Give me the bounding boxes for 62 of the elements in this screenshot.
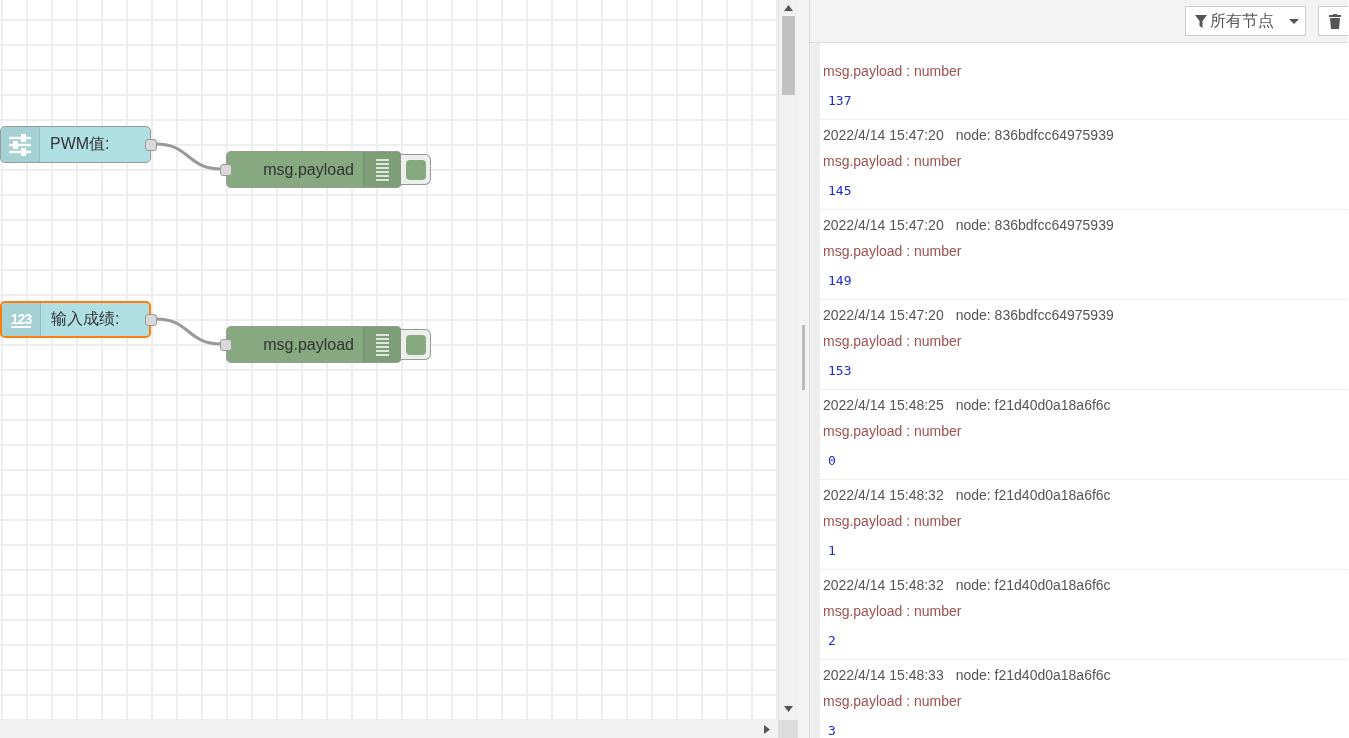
caret-icon xyxy=(1289,18,1299,24)
message-timestamp: 2022/4/14 15:47:20 xyxy=(823,306,944,325)
scroll-down-icon[interactable] xyxy=(784,706,793,712)
message-value: 2 xyxy=(827,632,837,650)
node-label: msg.payload xyxy=(262,160,355,179)
sliders-icon xyxy=(9,133,31,156)
inject-node[interactable]: PWM值: xyxy=(0,126,151,163)
debug-toggle-button[interactable] xyxy=(401,154,431,185)
wire[interactable] xyxy=(155,142,222,171)
message-node-id: node: 836bdfcc64975939 xyxy=(955,126,1114,145)
vertical-scrollbar[interactable] xyxy=(778,0,798,720)
debug-node[interactable]: msg.payload xyxy=(226,326,402,363)
message-value: 1 xyxy=(827,542,837,560)
list-icon xyxy=(376,158,389,181)
message-timestamp: 2022/4/14 15:48:32 xyxy=(823,576,944,595)
input-port[interactable] xyxy=(220,164,232,176)
scrollbar-thumb[interactable] xyxy=(782,16,795,95)
node-label: 输入成绩: xyxy=(50,309,120,329)
wire[interactable] xyxy=(155,317,222,346)
message-timestamp: 2022/4/14 15:47:20 xyxy=(823,126,944,145)
message-topic: msg.payload : number xyxy=(823,602,963,621)
message-topic: msg.payload : number xyxy=(823,242,963,261)
message-value: 0 xyxy=(827,452,837,470)
output-port[interactable] xyxy=(145,314,157,326)
scroll-up-icon[interactable] xyxy=(784,5,793,11)
message-value: 137 xyxy=(827,92,853,110)
message-topic: msg.payload : number xyxy=(823,692,963,711)
horizontal-scrollbar[interactable] xyxy=(0,720,778,738)
output-port[interactable] xyxy=(145,139,157,151)
message-topic: msg.payload : number xyxy=(823,332,963,351)
message-topic: msg.payload : number xyxy=(823,62,963,81)
message-value: 149 xyxy=(827,272,853,290)
message-timestamp: 2022/4/14 15:48:33 xyxy=(823,666,944,685)
filter-dropdown[interactable]: 所有节点 xyxy=(1185,6,1306,36)
message-value: 145 xyxy=(827,182,853,200)
debug-toggle-button[interactable] xyxy=(401,329,431,360)
message-node-id: node: f21d40d0a18a6f6c xyxy=(955,486,1111,505)
scroll-right-icon[interactable] xyxy=(764,725,770,734)
resize-handle[interactable] xyxy=(802,325,805,390)
message-timestamp: 2022/4/14 15:48:25 xyxy=(823,396,944,415)
message-node-id: node: f21d40d0a18a6f6c xyxy=(955,576,1111,595)
message-node-id: node: 836bdfcc64975939 xyxy=(955,306,1114,325)
message-node-id: node: f21d40d0a18a6f6c xyxy=(955,666,1111,685)
node-label: PWM值: xyxy=(49,134,110,154)
list-icon xyxy=(376,333,389,356)
filter-icon xyxy=(1195,14,1207,28)
message-topic: msg.payload : number xyxy=(823,512,963,531)
input-port[interactable] xyxy=(220,339,232,351)
message-node-id: node: f21d40d0a18a6f6c xyxy=(955,396,1111,415)
message-value: 153 xyxy=(827,362,853,380)
message-timestamp: 2022/4/14 15:48:32 xyxy=(823,486,944,505)
inject-node[interactable]: 123 输入成绩: xyxy=(0,301,151,338)
node-label: msg.payload xyxy=(262,335,355,354)
message-topic: msg.payload : number xyxy=(823,152,963,171)
message-topic: msg.payload : number xyxy=(823,422,963,441)
trash-icon xyxy=(1329,13,1341,29)
message-value: 3 xyxy=(827,722,837,738)
message-timestamp: 2022/4/14 15:47:20 xyxy=(823,216,944,235)
flow-canvas[interactable]: PWM值: msg.payload 123 输入成绩: msg.payload xyxy=(0,0,778,720)
debug-node[interactable]: msg.payload xyxy=(226,151,402,188)
message-node-id: node: 836bdfcc64975939 xyxy=(955,216,1114,235)
clear-button[interactable] xyxy=(1318,6,1348,36)
